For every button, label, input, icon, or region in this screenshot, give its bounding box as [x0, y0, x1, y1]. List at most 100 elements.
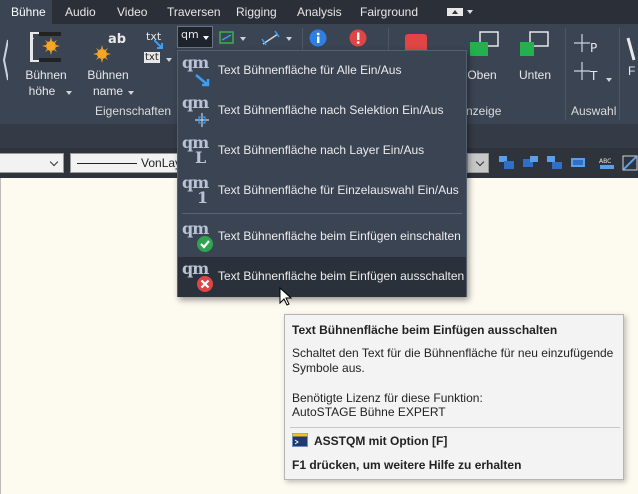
chevron-down-icon — [475, 157, 485, 167]
tab-rigging[interactable]: Rigging — [236, 0, 277, 24]
menu-item-text-all-toggle[interactable]: qm Text Bühnenfläche für Alle Ein/Aus — [178, 51, 466, 91]
dimension-button[interactable] — [258, 28, 294, 48]
qm-single-icon: qm 1 — [182, 173, 209, 207]
qm-dropdown-button[interactable]: qm — [177, 26, 213, 48]
tab-video[interactable]: Video — [117, 0, 147, 24]
buehnen-hoehe-button[interactable]: Bühnen höhe — [22, 28, 72, 98]
arrow-partial-icon — [2, 39, 9, 81]
dimension-icon — [261, 30, 280, 46]
text-abc-icon[interactable]: ABC — [599, 155, 615, 171]
oben-label: Oben — [467, 68, 497, 82]
menu-item-text-selection-toggle[interactable]: qm Text Bühnenfläche nach Selektion Ein/… — [178, 91, 466, 131]
svg-text:ABC: ABC — [599, 158, 611, 165]
draw-order-icon-2[interactable] — [522, 155, 538, 171]
tab-fairground[interactable]: Fairground — [360, 0, 418, 24]
command-tooltip: Text Bühnenfläche beim Einfügen ausschal… — [284, 314, 624, 480]
ribbon-minimize-button[interactable] — [447, 6, 473, 18]
info-button[interactable] — [309, 29, 329, 49]
txt-toggle-button[interactable]: txt — [144, 28, 172, 50]
chevron-down-icon — [203, 36, 209, 40]
ribbon-tab-bar: Bühne Audio Video Traversen Rigging Anal… — [0, 0, 638, 24]
qm-cursor-icon: qm — [182, 95, 214, 127]
menu-item-label: Text Bühnenfläche beim Einfügen ausschal… — [218, 269, 465, 283]
tab-analysis[interactable]: Analysis — [297, 0, 342, 24]
tooltip-description: Schaltet den Text für die Bühnenfläche f… — [292, 346, 614, 375]
stage-name-icon: ab — [93, 32, 126, 63]
group-anzeige: nzeige — [466, 104, 502, 118]
menu-item-text-insert-off[interactable]: qm Text Bühnenfläche beim Einfügen aussc… — [178, 257, 466, 297]
tooltip-license-label: Benötigte Lizenz für diese Funktion: — [292, 391, 483, 405]
qm-check-icon: qm — [182, 221, 214, 253]
menu-item-text-insert-on[interactable]: qm Text Bühnenfläche beim Einfügen einsc… — [178, 217, 466, 257]
ribbon-separator — [619, 28, 620, 120]
buehnen-hoehe-label-1: Bühnen — [25, 68, 67, 82]
draw-order-icon-1[interactable] — [498, 155, 514, 171]
tooltip-help: F1 drücken, um weitere Hilfe zu erhalten — [292, 458, 522, 472]
color-combo[interactable] — [0, 153, 64, 173]
crosshair-t-icon: T — [574, 62, 598, 83]
chevron-down-icon — [240, 37, 246, 41]
tab-audio[interactable]: Audio — [65, 0, 96, 24]
buehnen-hoehe-label-2: höhe — [28, 84, 56, 98]
ab-icon-text: ab — [108, 32, 126, 47]
chevron-down-icon — [286, 37, 292, 41]
txt-frame-button[interactable]: txt — [144, 51, 174, 71]
tab-buehne[interactable]: Bühne — [0, 0, 52, 24]
info-icon — [309, 29, 327, 47]
partial-right-label: F — [628, 64, 636, 78]
draw-order-icon-3[interactable] — [546, 155, 562, 171]
buehnen-name-button[interactable]: ab Bühnen name — [86, 28, 134, 98]
txt-frame-icon: txt — [144, 52, 160, 63]
select-point-button[interactable]: P — [572, 32, 602, 56]
chevron-down-icon — [49, 157, 59, 167]
menu-item-text-layer-toggle[interactable]: qm L Text Bühnenfläche nach Layer Ein/Au… — [178, 131, 466, 171]
oben-button[interactable]: Oben — [464, 28, 504, 88]
tooltip-license-value: AutoSTAGE Bühne EXPERT — [292, 405, 446, 419]
frame-icon — [219, 31, 234, 44]
text-style-icon[interactable] — [622, 155, 638, 171]
menu-item-text-single-toggle[interactable]: qm 1 Text Bühnenfläche für Einzelauswahl… — [178, 171, 466, 211]
menu-item-label: Text Bühnenfläche beim Einfügen einschal… — [218, 229, 461, 243]
partial-right-icon — [626, 37, 636, 61]
linetype-combo[interactable]: VonLay — [70, 153, 182, 173]
warning-button[interactable] — [349, 29, 369, 49]
select-text-button[interactable]: T — [572, 60, 612, 84]
partial-left-control[interactable] — [2, 36, 9, 86]
ribbon-separator — [565, 28, 566, 120]
menu-item-label: Text Bühnenfläche für Einzelauswahl Ein/… — [218, 183, 459, 197]
svg-text:P: P — [590, 41, 597, 55]
menu-item-label: Text Bühnenfläche nach Selektion Ein/Aus — [218, 103, 444, 117]
qm-layer-icon: qm L — [182, 133, 209, 167]
chevron-down-icon — [166, 58, 172, 62]
menu-item-label: Text Bühnenfläche für Alle Ein/Aus — [218, 63, 402, 77]
alert-icon — [349, 29, 367, 47]
unten-button[interactable]: Unten — [514, 28, 558, 88]
send-back-icon — [520, 31, 549, 56]
chevron-down-icon — [606, 78, 612, 82]
frame-display-button[interactable] — [218, 28, 248, 48]
unten-label: Unten — [518, 68, 552, 82]
minimize-icon — [447, 8, 463, 16]
chevron-down-icon — [128, 91, 134, 95]
lineweight-combo[interactable] — [467, 153, 489, 173]
qm-arrow-icon: qm — [182, 55, 214, 87]
tooltip-title: Text Bühnenfläche beim Einfügen ausschal… — [292, 323, 558, 337]
tooltip-command: ASSTQM mit Option [F] — [314, 434, 448, 448]
buehnen-name-label-1: Bühnen — [87, 68, 129, 82]
linetype-preview — [77, 163, 137, 164]
draw-order-icon-4[interactable] — [570, 155, 586, 171]
linetype-value: VonLay — [141, 156, 182, 170]
chevron-down-icon — [467, 10, 473, 14]
group-auswahl: Auswahl — [571, 104, 617, 118]
command-line-icon — [292, 433, 308, 447]
stage-height-icon — [30, 32, 61, 62]
tooltip-separator — [290, 427, 620, 428]
group-eigenschaften: Eigenschaften — [95, 104, 172, 118]
menu-separator — [182, 213, 462, 214]
svg-text:T: T — [589, 69, 598, 83]
tab-traversen[interactable]: Traversen — [167, 0, 221, 24]
bring-front-icon — [470, 31, 499, 56]
qm-cross-icon: qm — [182, 261, 214, 293]
chevron-down-icon — [66, 91, 72, 95]
qm-icon: qm — [181, 28, 199, 41]
